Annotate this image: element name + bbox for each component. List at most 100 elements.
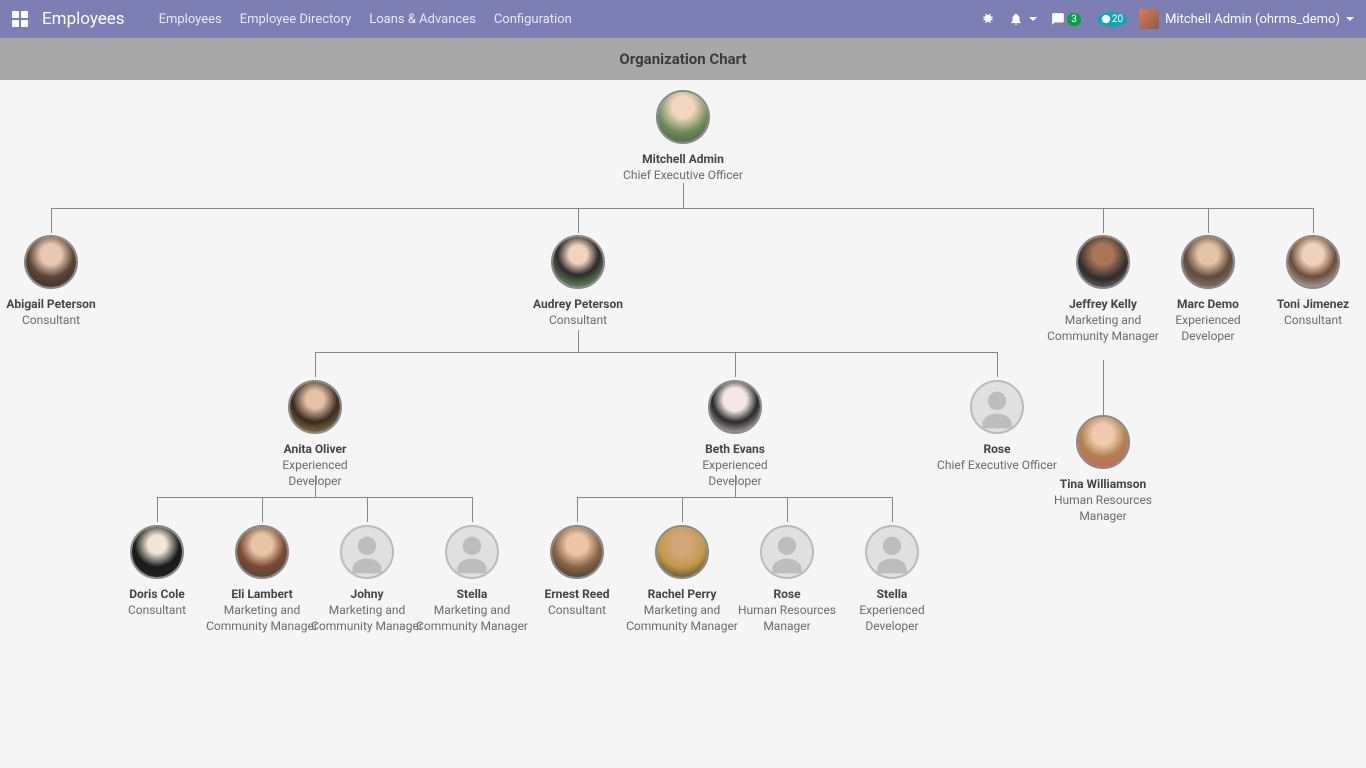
- avatar: [1286, 235, 1340, 289]
- user-display-name: Mitchell Admin (ohrms_demo): [1165, 12, 1340, 27]
- avatar: [865, 525, 919, 579]
- activities-badge: 20: [1112, 14, 1123, 25]
- org-node[interactable]: Ernest Reed Consultant: [517, 525, 637, 619]
- page-title-bar: Organization Chart: [0, 38, 1366, 80]
- avatar: [760, 525, 814, 579]
- org-node[interactable]: Marc Demo Experienced Developer: [1148, 235, 1268, 344]
- org-node[interactable]: Tina Williamson Human Resources Manager: [1043, 415, 1163, 524]
- employee-role: Marketing and Community Manager: [1043, 313, 1163, 344]
- employee-role: Marketing and Community Manager: [202, 603, 322, 634]
- connector: [1313, 208, 1314, 233]
- nav-employees[interactable]: Employees: [159, 12, 222, 27]
- employee-name: Rachel Perry: [622, 587, 742, 602]
- org-node[interactable]: Eli Lambert Marketing and Community Mana…: [202, 525, 322, 634]
- employee-role: Consultant: [517, 603, 637, 619]
- employee-name: Marc Demo: [1148, 297, 1268, 312]
- connector: [157, 497, 158, 522]
- org-chart: Mitchell Admin Chief Executive Officer A…: [0, 80, 1366, 768]
- avatar: [970, 380, 1024, 434]
- employee-role: Consultant: [518, 313, 638, 329]
- org-node[interactable]: Johny Marketing and Community Manager: [307, 525, 427, 634]
- connector: [997, 352, 998, 377]
- employee-role: Consultant: [1253, 313, 1366, 329]
- user-menu[interactable]: Mitchell Admin (ohrms_demo): [1139, 9, 1354, 29]
- org-node[interactable]: Jeffrey Kelly Marketing and Community Ma…: [1043, 235, 1163, 344]
- avatar: [1076, 235, 1130, 289]
- avatar: [655, 525, 709, 579]
- nav-configuration[interactable]: Configuration: [494, 12, 572, 27]
- employee-name: Doris Cole: [97, 587, 217, 602]
- apps-icon[interactable]: [12, 11, 28, 27]
- avatar: [288, 380, 342, 434]
- org-node[interactable]: Stella Marketing and Community Manager: [412, 525, 532, 634]
- topbar: Employees Employees Employee Directory L…: [0, 0, 1366, 38]
- employee-name: Rose: [937, 442, 1057, 457]
- connector: [1103, 208, 1104, 233]
- connector: [472, 497, 473, 522]
- user-avatar: [1139, 9, 1159, 29]
- chevron-down-icon: [1029, 17, 1037, 21]
- org-node[interactable]: Toni Jimenez Consultant: [1253, 235, 1366, 329]
- debug-icon[interactable]: [981, 12, 995, 26]
- notifications-icon[interactable]: [1009, 12, 1037, 26]
- connector: [367, 497, 368, 522]
- connector: [1208, 208, 1209, 233]
- connector: [315, 352, 997, 353]
- avatar: [1181, 235, 1235, 289]
- employee-name: Stella: [832, 587, 952, 602]
- nav-employee-directory[interactable]: Employee Directory: [240, 12, 352, 27]
- nav-loans-advances[interactable]: Loans & Advances: [369, 12, 476, 27]
- employee-name: Beth Evans: [675, 442, 795, 457]
- employee-role: Experienced Developer: [675, 458, 795, 489]
- employee-name: Ernest Reed: [517, 587, 637, 602]
- connector: [578, 330, 579, 352]
- connector: [892, 497, 893, 522]
- employee-name: Tina Williamson: [1043, 477, 1163, 492]
- connector: [1103, 360, 1104, 415]
- connector: [577, 497, 892, 498]
- employee-role: Experienced Developer: [832, 603, 952, 634]
- employee-name: Abigail Peterson: [0, 297, 111, 312]
- connector: [578, 208, 579, 233]
- activities-icon[interactable]: 20: [1095, 12, 1127, 27]
- messages-icon[interactable]: 3: [1051, 12, 1081, 26]
- avatar: [708, 380, 762, 434]
- org-node[interactable]: Rose Chief Executive Officer: [937, 380, 1057, 474]
- avatar: [24, 235, 78, 289]
- avatar: [340, 525, 394, 579]
- messages-badge: 3: [1067, 13, 1081, 26]
- employee-role: Marketing and Community Manager: [412, 603, 532, 634]
- employee-role: Experienced Developer: [255, 458, 375, 489]
- employee-role: Consultant: [0, 313, 111, 329]
- avatar: [551, 235, 605, 289]
- employee-role: Chief Executive Officer: [623, 168, 743, 184]
- employee-name: Eli Lambert: [202, 587, 322, 602]
- connector: [315, 352, 316, 377]
- connector: [157, 497, 472, 498]
- org-node[interactable]: Rose Human Resources Manager: [727, 525, 847, 634]
- employee-role: Human Resources Manager: [1043, 493, 1163, 524]
- employee-name: Mitchell Admin: [623, 152, 743, 167]
- employee-name: Anita Oliver: [255, 442, 375, 457]
- connector: [787, 497, 788, 522]
- org-node[interactable]: Abigail Peterson Consultant: [0, 235, 111, 329]
- avatar: [550, 525, 604, 579]
- employee-name: Toni Jimenez: [1253, 297, 1366, 312]
- employee-name: Stella: [412, 587, 532, 602]
- connector: [735, 352, 736, 377]
- connector: [51, 208, 52, 233]
- employee-role: Marketing and Community Manager: [307, 603, 427, 634]
- org-node[interactable]: Stella Experienced Developer: [832, 525, 952, 634]
- avatar: [130, 525, 184, 579]
- employee-role: Human Resources Manager: [727, 603, 847, 634]
- employee-role: Marketing and Community Manager: [622, 603, 742, 634]
- org-node-root[interactable]: Mitchell Admin Chief Executive Officer: [623, 90, 743, 184]
- org-node[interactable]: Rachel Perry Marketing and Community Man…: [622, 525, 742, 634]
- org-node[interactable]: Audrey Peterson Consultant: [518, 235, 638, 329]
- avatar: [235, 525, 289, 579]
- app-title: Employees: [42, 9, 125, 29]
- org-node[interactable]: Doris Cole Consultant: [97, 525, 217, 619]
- employee-role: Consultant: [97, 603, 217, 619]
- org-node[interactable]: Anita Oliver Experienced Developer: [255, 380, 375, 489]
- org-node[interactable]: Beth Evans Experienced Developer: [675, 380, 795, 489]
